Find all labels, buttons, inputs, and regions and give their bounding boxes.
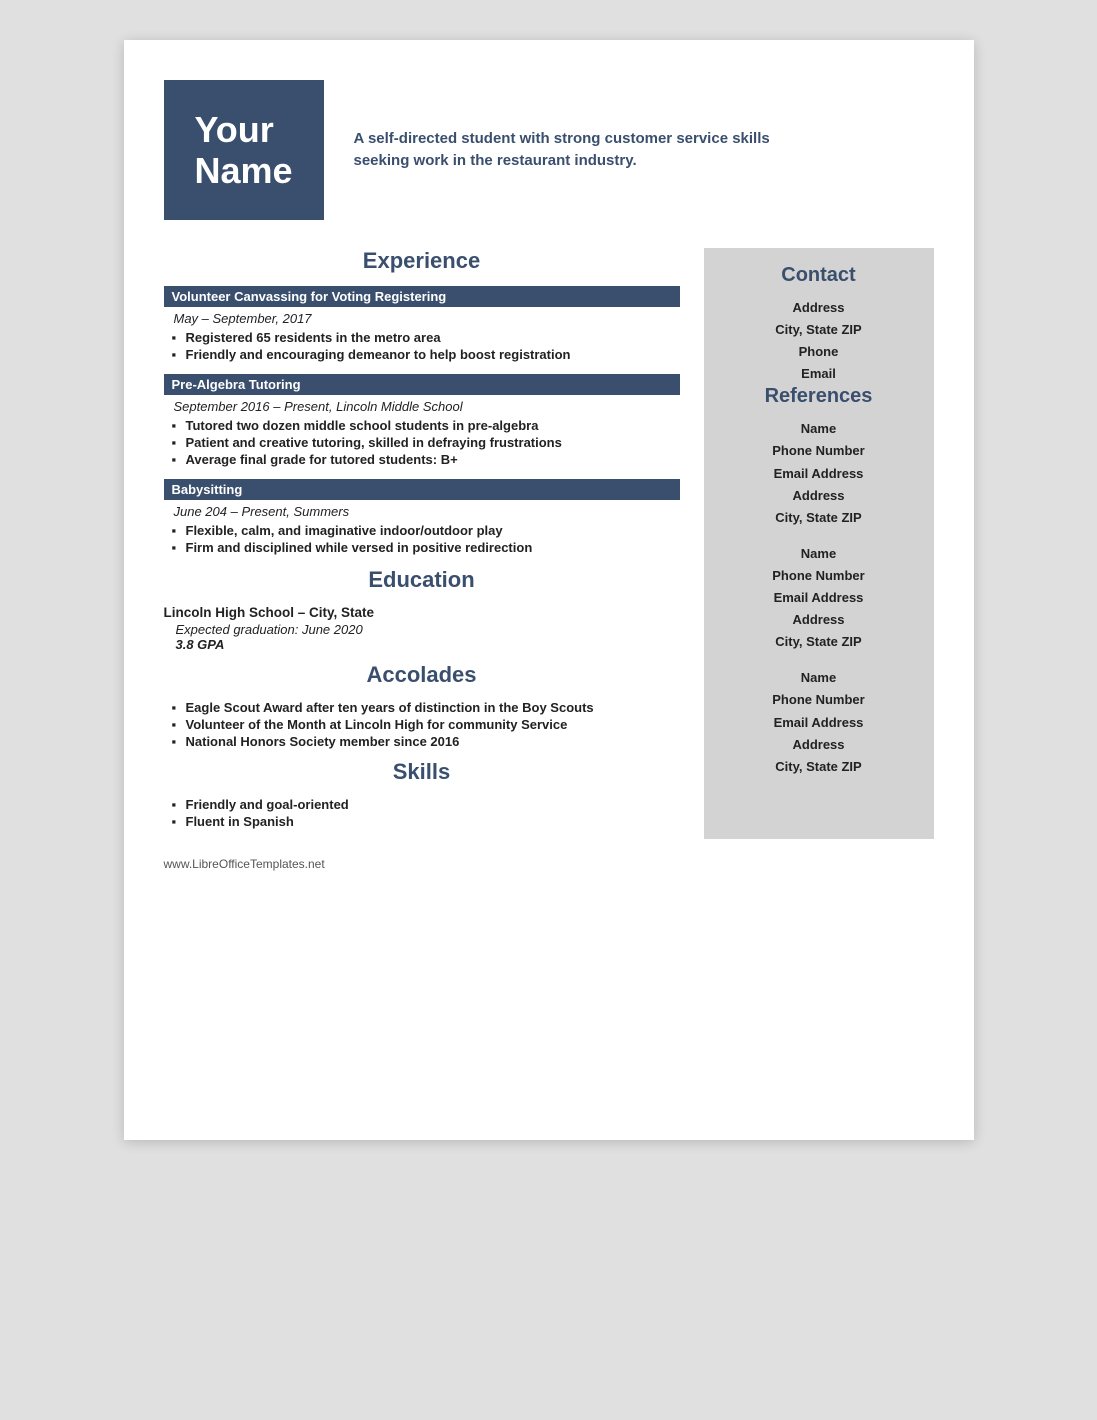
list-item: Friendly and encouraging demeanor to hel…: [172, 347, 680, 362]
education-graduation: Expected graduation: June 2020: [164, 622, 680, 637]
list-item: Fluent in Spanish: [172, 814, 680, 829]
education-school: Lincoln High School – City, State: [164, 605, 680, 620]
job-3: Babysitting June 204 – Present, Summers …: [164, 479, 680, 555]
job-3-dates: June 204 – Present, Summers: [164, 504, 680, 519]
list-item: Patient and creative tutoring, skilled i…: [172, 435, 680, 450]
education-title: Education: [164, 567, 680, 593]
job-3-title: Babysitting: [164, 479, 680, 500]
ref-1-city: City, State ZIP: [722, 507, 916, 529]
ref-1-name: Name: [722, 418, 916, 440]
reference-3: Name Phone Number Email Address Address …: [722, 667, 916, 777]
skills-list: Friendly and goal-oriented Fluent in Spa…: [164, 797, 680, 829]
job-2-dates: September 2016 – Present, Lincoln Middle…: [164, 399, 680, 414]
job-2: Pre-Algebra Tutoring September 2016 – Pr…: [164, 374, 680, 467]
footer-url: www.LibreOfficeTemplates.net: [164, 857, 325, 871]
reference-2: Name Phone Number Email Address Address …: [722, 543, 916, 653]
gpa-text: 3.8 GPA: [176, 637, 225, 652]
contact-phone: Phone: [722, 341, 916, 363]
experience-section: Experience Volunteer Canvassing for Voti…: [164, 248, 680, 555]
job-1: Volunteer Canvassing for Voting Register…: [164, 286, 680, 362]
ref-2-phone: Phone Number: [722, 565, 916, 587]
contact-email: Email: [722, 363, 916, 385]
list-item: Friendly and goal-oriented: [172, 797, 680, 812]
references-section: References Name Phone Number Email Addre…: [722, 385, 916, 777]
graduation-text: Expected graduation: June 2020: [176, 622, 363, 637]
job-1-dates: May – September, 2017: [164, 311, 680, 326]
main-layout: Experience Volunteer Canvassing for Voti…: [164, 248, 934, 839]
list-item: Registered 65 residents in the metro are…: [172, 330, 680, 345]
job-3-dates-italic: June 204 – Present, Summers: [174, 504, 350, 519]
list-item: National Honors Society member since 201…: [172, 734, 680, 749]
job-2-dates-italic: September 2016 – Present,: [174, 399, 333, 414]
ref-1-address: Address: [722, 485, 916, 507]
summary-text: A self-directed student with strong cust…: [354, 128, 774, 173]
ref-3-address: Address: [722, 734, 916, 756]
list-item: Tutored two dozen middle school students…: [172, 418, 680, 433]
list-item: Volunteer of the Month at Lincoln High f…: [172, 717, 680, 732]
list-item: Average final grade for tutored students…: [172, 452, 680, 467]
contact-city: City, State ZIP: [722, 319, 916, 341]
reference-1: Name Phone Number Email Address Address …: [722, 418, 916, 528]
ref-2-address: Address: [722, 609, 916, 631]
ref-3-phone: Phone Number: [722, 689, 916, 711]
contact-address: Address: [722, 297, 916, 319]
ref-1-phone: Phone Number: [722, 440, 916, 462]
job-2-title: Pre-Algebra Tutoring: [164, 374, 680, 395]
right-column: Contact Address City, State ZIP Phone Em…: [704, 248, 934, 839]
contact-title: Contact: [722, 264, 916, 287]
contact-section: Contact Address City, State ZIP Phone Em…: [722, 264, 916, 385]
list-item: Firm and disciplined while versed in pos…: [172, 540, 680, 555]
footer: www.LibreOfficeTemplates.net: [164, 857, 934, 871]
job-1-bullets: Registered 65 residents in the metro are…: [164, 330, 680, 362]
name-text: Your Name: [194, 109, 292, 192]
ref-2-city: City, State ZIP: [722, 631, 916, 653]
job-3-bullets: Flexible, calm, and imaginative indoor/o…: [164, 523, 680, 555]
list-item: Flexible, calm, and imaginative indoor/o…: [172, 523, 680, 538]
education-gpa: 3.8 GPA: [164, 637, 680, 652]
list-item: Eagle Scout Award after ten years of dis…: [172, 700, 680, 715]
skills-section: Skills Friendly and goal-oriented Fluent…: [164, 759, 680, 829]
education-section: Education Lincoln High School – City, St…: [164, 567, 680, 652]
ref-1-email: Email Address: [722, 463, 916, 485]
ref-2-email: Email Address: [722, 587, 916, 609]
skills-title: Skills: [164, 759, 680, 785]
references-title: References: [722, 385, 916, 408]
ref-3-name: Name: [722, 667, 916, 689]
accolades-title: Accolades: [164, 662, 680, 688]
left-column: Experience Volunteer Canvassing for Voti…: [164, 248, 680, 839]
name-box: Your Name: [164, 80, 324, 220]
experience-title: Experience: [164, 248, 680, 274]
ref-3-city: City, State ZIP: [722, 756, 916, 778]
job-2-bullets: Tutored two dozen middle school students…: [164, 418, 680, 467]
header: Your Name A self-directed student with s…: [164, 80, 934, 220]
ref-3-email: Email Address: [722, 712, 916, 734]
ref-2-name: Name: [722, 543, 916, 565]
job-1-title: Volunteer Canvassing for Voting Register…: [164, 286, 680, 307]
resume-page: Your Name A self-directed student with s…: [124, 40, 974, 1140]
accolades-list: Eagle Scout Award after ten years of dis…: [164, 700, 680, 749]
accolades-section: Accolades Eagle Scout Award after ten ye…: [164, 662, 680, 749]
